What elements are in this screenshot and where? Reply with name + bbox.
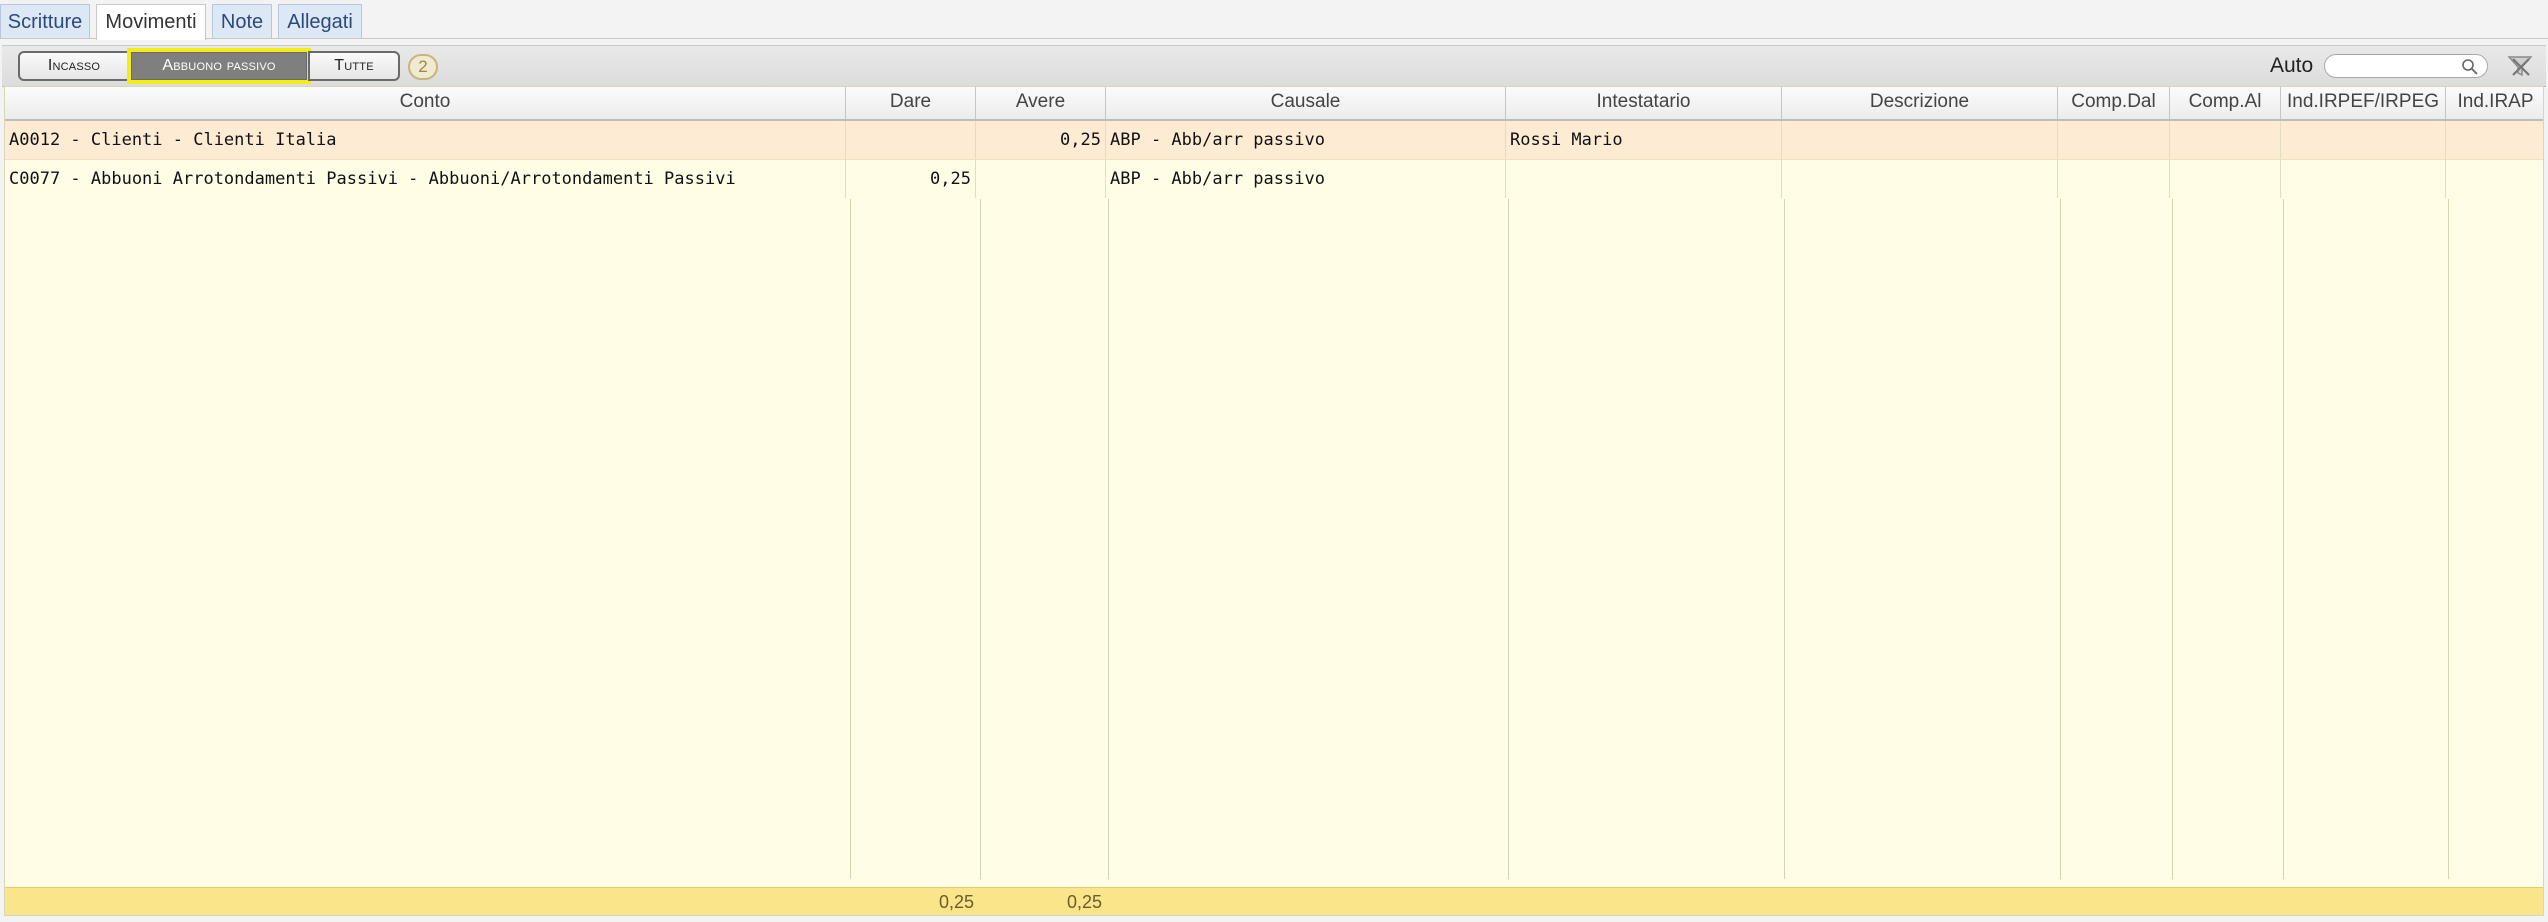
cell-comp-al xyxy=(2170,121,2281,159)
cell-intestatario xyxy=(1506,160,1782,198)
column-header-descrizione[interactable]: Descrizione xyxy=(1782,87,2058,119)
auto-label: Auto xyxy=(2270,54,2314,77)
cell-conto: A0012 - Clienti - Clienti Italia xyxy=(5,121,846,159)
cell-descrizione xyxy=(1782,121,2058,159)
toolbar: Incasso Abbuono passivo Tutte 2 Auto xyxy=(2,45,2546,87)
cell-comp-dal xyxy=(2058,121,2170,159)
tab-note[interactable]: Note xyxy=(212,4,272,38)
column-divider xyxy=(2448,199,2449,879)
search-icon[interactable] xyxy=(2461,58,2479,76)
cell-dare: 0,25 xyxy=(846,160,976,198)
tab-bar-divider xyxy=(0,38,2548,39)
clear-filter-icon[interactable] xyxy=(2506,53,2534,79)
column-divider xyxy=(980,199,981,879)
cell-avere xyxy=(976,160,1106,198)
search-input[interactable] xyxy=(2335,57,2457,77)
column-header-comp-dal[interactable]: Comp.Dal xyxy=(2058,87,2170,119)
column-header-comp-al[interactable]: Comp.Al xyxy=(2170,87,2281,119)
cell-causale: ABP - Abb/arr passivo xyxy=(1106,121,1506,159)
cell-avere: 0,25 xyxy=(976,121,1106,159)
column-header-ind-irpef-irpeg[interactable]: Ind.IRPEF/IRPEG xyxy=(2281,87,2446,119)
cell-dare xyxy=(846,121,976,159)
column-header-intestatario[interactable]: Intestatario xyxy=(1506,87,1782,119)
column-header-ind-irap[interactable]: Ind.IRAP xyxy=(2446,87,2543,119)
column-divider xyxy=(1108,199,1109,879)
cell-intestatario: Rossi Mario xyxy=(1506,121,1782,159)
filter-tutte-button[interactable]: Tutte xyxy=(308,51,400,81)
total-avere: 0,25 xyxy=(1066,892,1102,912)
column-header-causale[interactable]: Causale xyxy=(1106,87,1506,119)
cell-ind-irap xyxy=(2446,121,2543,159)
table-row[interactable]: C0077 - Abbuoni Arrotondamenti Passivi -… xyxy=(5,160,2543,198)
tab-movimenti[interactable]: Movimenti xyxy=(96,4,206,40)
search-box[interactable] xyxy=(2324,54,2488,78)
row-count-badge: 2 xyxy=(408,54,438,80)
cell-ind-irpef xyxy=(2281,160,2446,198)
tab-bar: Scritture Movimenti Note Allegati xyxy=(0,0,2548,40)
column-divider xyxy=(2283,199,2284,879)
totals-bar: 0,25 0,25 xyxy=(5,887,2543,915)
cell-comp-dal xyxy=(2058,160,2170,198)
column-divider xyxy=(1508,199,1509,879)
cell-descrizione xyxy=(1782,160,2058,198)
column-divider xyxy=(2060,199,2061,879)
cell-ind-irpef xyxy=(2281,121,2446,159)
cell-comp-al xyxy=(2170,160,2281,198)
column-header-avere[interactable]: Avere xyxy=(976,87,1106,119)
column-divider xyxy=(2172,199,2173,879)
total-dare: 0,25 xyxy=(938,892,974,912)
movements-grid: Conto Dare Avere Causale Intestatario De… xyxy=(4,86,2544,916)
column-header-conto[interactable]: Conto xyxy=(5,87,846,119)
column-divider xyxy=(1784,199,1785,879)
filter-incasso-button[interactable]: Incasso xyxy=(18,51,130,81)
cell-causale: ABP - Abb/arr passivo xyxy=(1106,160,1506,198)
tab-scritture[interactable]: Scritture xyxy=(0,4,90,38)
column-divider xyxy=(850,199,851,879)
column-header-dare[interactable]: Dare xyxy=(846,87,976,119)
cell-conto: C0077 - Abbuoni Arrotondamenti Passivi -… xyxy=(5,160,846,198)
cell-ind-irap xyxy=(2446,160,2543,198)
grid-header: Conto Dare Avere Causale Intestatario De… xyxy=(5,87,2543,121)
tab-allegati[interactable]: Allegati xyxy=(278,4,362,38)
table-row[interactable]: A0012 - Clienti - Clienti Italia 0,25 AB… xyxy=(5,121,2543,160)
filter-abbuono-passivo-button[interactable]: Abbuono passivo xyxy=(127,48,311,84)
